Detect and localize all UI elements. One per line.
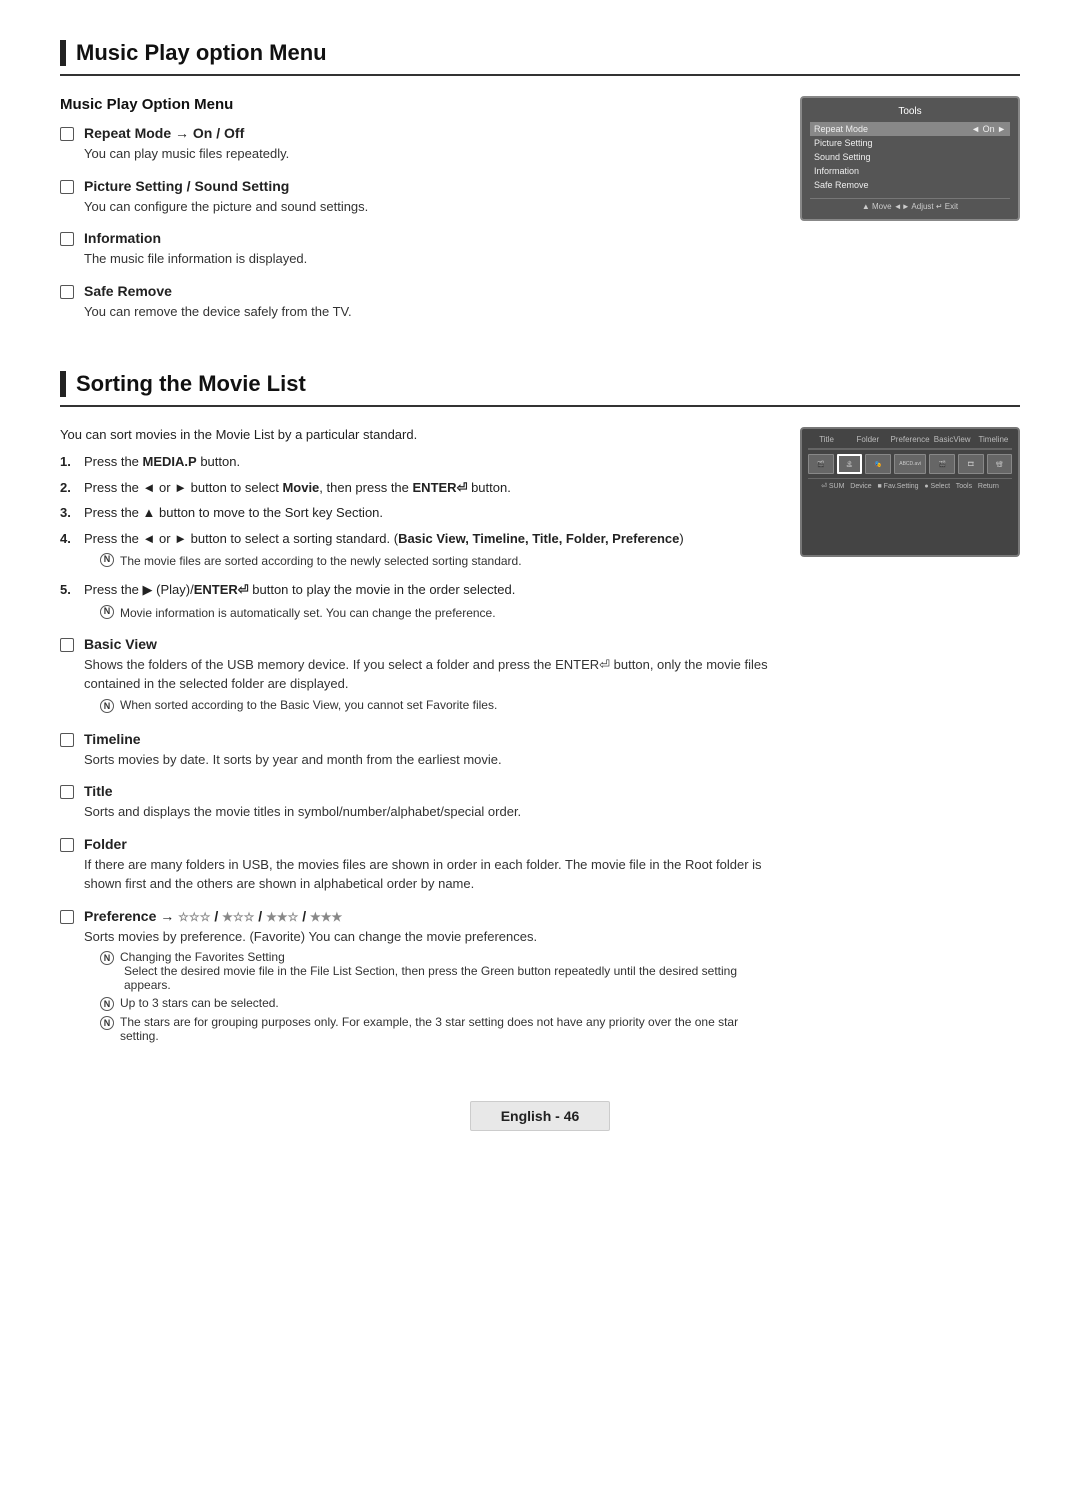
basicview-note: N When sorted according to the Basic Vie…	[100, 698, 780, 713]
tv-thumbnails: 🎬 🏝 🎭 ABCD.avi 🎬 🎞 📽	[808, 454, 1012, 474]
checkbox-folder	[60, 838, 74, 852]
page-footer: English - 46	[60, 1101, 1020, 1131]
section1-title: Music Play option Menu	[60, 40, 1020, 76]
check-item-title: Title Sorts and displays the movie title…	[60, 783, 780, 822]
thumb-7: 📽	[987, 454, 1013, 474]
tv-divider	[808, 448, 1012, 450]
check-desc-title: Sorts and displays the movie titles in s…	[84, 802, 780, 822]
check-item-preference: Preference → ☆☆☆ / ★☆☆ / ★★☆ / ★★★ Sorts…	[60, 908, 780, 1048]
checkbox-information	[60, 232, 74, 246]
tv-movie-footer: ⏎ SUM Device ■ Fav.Setting ● Select Tool…	[808, 478, 1012, 490]
check-item-information: Information The music file information i…	[60, 230, 780, 269]
checkbox-basicview	[60, 638, 74, 652]
tv-screenshot-music: Tools Repeat Mode ◄ On ► Picture Setting…	[800, 96, 1020, 221]
section2-tv-image: Title Folder Preference BasicView Timeli…	[800, 427, 1020, 1061]
pref-note3: N The stars are for grouping purposes on…	[100, 1015, 780, 1043]
tv-menu-sound: Sound Setting	[810, 150, 1010, 164]
section2-title: Sorting the Movie List	[60, 371, 1020, 407]
tv-menu-saferemove: Safe Remove	[810, 178, 1010, 192]
check-desc-repeat: You can play music files repeatedly.	[84, 144, 780, 164]
check-label-saferemove: Safe Remove	[84, 283, 780, 299]
note-icon-5: N	[100, 605, 114, 619]
check-item-saferemove: Safe Remove You can remove the device sa…	[60, 283, 780, 322]
check-label-basicview: Basic View	[84, 636, 780, 652]
section2-content: You can sort movies in the Movie List by…	[60, 427, 780, 1061]
check-label-picture: Picture Setting / Sound Setting	[84, 178, 780, 194]
check-label-title: Title	[84, 783, 780, 799]
tv-menu-picture: Picture Setting	[810, 136, 1010, 150]
thumb-2: 🏝	[837, 454, 863, 474]
tv-footer-music: ▲ Move ◄► Adjust ↵ Exit	[810, 198, 1010, 211]
note-icon-pref1: N	[100, 951, 114, 965]
tv-movie-header: Title Folder Preference BasicView Timeli…	[808, 435, 1012, 444]
check-desc-folder: If there are many folders in USB, the mo…	[84, 855, 780, 894]
note-icon-pref3: N	[100, 1016, 114, 1030]
check-desc-information: The music file information is displayed.	[84, 249, 780, 269]
pref-note2: N Up to 3 stars can be selected.	[100, 996, 780, 1011]
checkbox-picture	[60, 180, 74, 194]
check-desc-preference: Sorts movies by preference. (Favorite) Y…	[84, 927, 780, 947]
check-label-timeline: Timeline	[84, 731, 780, 747]
thumb-6: 🎞	[958, 454, 984, 474]
thumb-1: 🎬	[808, 454, 834, 474]
step-1: 1. Press the MEDIA.P button.	[60, 452, 780, 472]
step-3: 3. Press the ▲ button to move to the Sor…	[60, 503, 780, 523]
section1-tv-image: Tools Repeat Mode ◄ On ► Picture Setting…	[800, 96, 1020, 335]
checkbox-preference	[60, 910, 74, 924]
note-icon-4: N	[100, 553, 114, 567]
check-item-picture: Picture Setting / Sound Setting You can …	[60, 178, 780, 217]
note-icon-basicview: N	[100, 699, 114, 713]
tv-title: Tools	[810, 106, 1010, 117]
check-label-preference: Preference → ☆☆☆ / ★☆☆ / ★★☆ / ★★★	[84, 908, 780, 924]
section1-content: Music Play Option Menu Repeat Mode → On …	[60, 96, 780, 335]
tv-menu-information: Information	[810, 164, 1010, 178]
check-desc-picture: You can configure the picture and sound …	[84, 197, 780, 217]
check-item-timeline: Timeline Sorts movies by date. It sorts …	[60, 731, 780, 770]
checkbox-saferemove	[60, 285, 74, 299]
checkbox-timeline	[60, 733, 74, 747]
section2-steps: 1. Press the MEDIA.P button. 2. Press th…	[60, 452, 780, 626]
check-desc-timeline: Sorts movies by date. It sorts by year a…	[84, 750, 780, 770]
section1-subheading: Music Play Option Menu	[60, 96, 780, 113]
check-item-basicview: Basic View Shows the folders of the USB …	[60, 636, 780, 717]
thumb-3: 🎭	[865, 454, 891, 474]
footer-badge: English - 46	[470, 1101, 611, 1131]
step-4: 4. Press the ◄ or ► button to select a s…	[60, 529, 780, 575]
step4-note: N The movie files are sorted according t…	[100, 552, 684, 570]
checkbox-repeat	[60, 127, 74, 141]
check-label-folder: Folder	[84, 836, 780, 852]
check-label-repeat: Repeat Mode → On / Off	[84, 125, 780, 141]
check-desc-saferemove: You can remove the device safely from th…	[84, 302, 780, 322]
section2-title-bar	[60, 371, 66, 397]
step-5: 5. Press the ▶ (Play)/ENTER⏎ button to p…	[60, 580, 780, 626]
tv-menu-repeat: Repeat Mode ◄ On ►	[810, 122, 1010, 136]
thumb-5: 🎬	[929, 454, 955, 474]
step5-note: N Movie information is automatically set…	[100, 604, 515, 622]
check-label-information: Information	[84, 230, 780, 246]
section1-title-bar	[60, 40, 66, 66]
checkbox-title	[60, 785, 74, 799]
step-2: 2. Press the ◄ or ► button to select Mov…	[60, 478, 780, 498]
pref-note1: N Changing the Favorites Setting Select …	[100, 950, 780, 992]
check-item-folder: Folder If there are many folders in USB,…	[60, 836, 780, 894]
tv-screenshot-movie: Title Folder Preference BasicView Timeli…	[800, 427, 1020, 557]
note-icon-pref2: N	[100, 997, 114, 1011]
thumb-label: ABCD.avi	[894, 454, 927, 474]
check-item-repeat: Repeat Mode → On / Off You can play musi…	[60, 125, 780, 164]
section2-intro: You can sort movies in the Movie List by…	[60, 427, 780, 442]
check-desc-basicview: Shows the folders of the USB memory devi…	[84, 655, 780, 694]
